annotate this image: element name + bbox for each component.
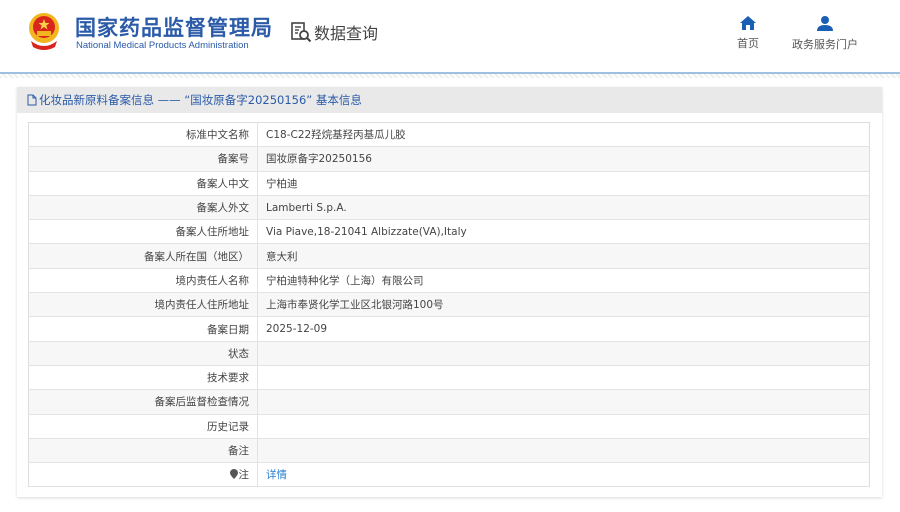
logo-title-en: National Medical Products Administration xyxy=(76,40,249,51)
home-icon xyxy=(740,16,756,30)
nav-portal-label: 政务服务门户 xyxy=(792,38,858,51)
row-value: 意大利 xyxy=(257,243,870,269)
table-row: 备注 xyxy=(28,438,870,464)
row-value xyxy=(257,341,870,366)
table-row-note: 注 详情 xyxy=(28,462,870,488)
row-label: 标准中文名称 xyxy=(28,122,258,148)
row-label: 备注 xyxy=(28,438,258,464)
row-label: 备案人中文 xyxy=(28,171,258,196)
document-search-icon xyxy=(291,22,312,43)
table-row: 备案号 国妆原备字20250156 xyxy=(28,146,870,172)
row-value xyxy=(257,438,870,464)
table-row: 技术要求 xyxy=(28,365,870,391)
panel-title: 化妆品新原料备案信息 —— “国妆原备字20250156” 基本信息 xyxy=(17,87,882,113)
user-icon xyxy=(817,16,833,31)
row-value: Via Piave,18-21041 Albizzate(VA),Italy xyxy=(257,219,870,245)
site-header: 国家药品监督管理局 National Medical Products Admi… xyxy=(0,0,900,72)
row-label: 备案人所在国（地区） xyxy=(28,243,258,269)
row-value: 上海市奉贤化学工业区北银河路100号 xyxy=(257,292,870,318)
document-icon xyxy=(27,94,37,106)
row-value: 2025-12-09 xyxy=(257,316,870,342)
nav-home[interactable]: 首页 xyxy=(737,16,759,51)
row-value: 宁柏迪特种化学（上海）有限公司 xyxy=(257,268,870,294)
table-row: 备案人所在国（地区） 意大利 xyxy=(28,243,870,269)
detail-panel: 化妆品新原料备案信息 —— “国妆原备字20250156” 基本信息 标准中文名… xyxy=(17,87,882,497)
note-label: 注 xyxy=(238,469,250,482)
row-label: 备案后监督检查情况 xyxy=(28,389,258,415)
row-label: 备案人住所地址 xyxy=(28,219,258,245)
row-label: 备案人外文 xyxy=(28,195,258,221)
nav-government-portal[interactable]: 政务服务门户 xyxy=(792,16,858,52)
header-stripe xyxy=(0,74,900,78)
data-query-label: 数据查询 xyxy=(290,20,378,44)
row-label: 历史记录 xyxy=(28,414,258,439)
panel-title-text: 化妆品新原料备案信息 —— “国妆原备字20250156” 基本信息 xyxy=(39,93,362,107)
row-value: 宁柏迪 xyxy=(257,171,870,196)
detail-table: 标准中文名称 C18-C22羟烷基羟丙基瓜儿胶 备案号 国妆原备字20250156 备案… xyxy=(28,122,870,488)
table-row: 备案人住所地址 Via Piave,18-21041 Albizzate(VA),… xyxy=(28,219,870,245)
row-label: 境内责任人名称 xyxy=(28,268,258,294)
row-value: C18-C22羟烷基羟丙基瓜儿胶 xyxy=(257,122,870,148)
national-emblem-icon xyxy=(29,13,59,50)
row-label: 境内责任人住所地址 xyxy=(28,292,258,318)
table-row: 备案人中文 宁柏迪 xyxy=(28,171,870,196)
row-value xyxy=(257,365,870,391)
table-row: 备案后监督检查情况 xyxy=(28,389,870,415)
row-value: Lamberti S.p.A. xyxy=(257,195,870,221)
logo-title-cn[interactable]: 国家药品监督管理局 xyxy=(75,12,273,42)
row-value: 国妆原备字20250156 xyxy=(257,146,870,172)
table-row: 标准中文名称 C18-C22羟烷基羟丙基瓜儿胶 xyxy=(28,122,870,148)
data-query-text: 数据查询 xyxy=(314,24,379,43)
table-row: 状态 xyxy=(28,341,870,366)
row-label: 注 xyxy=(28,462,258,488)
nav-home-label: 首页 xyxy=(737,37,759,50)
row-label: 备案号 xyxy=(28,146,258,172)
details-link[interactable]: 详情 xyxy=(266,469,287,481)
row-label: 状态 xyxy=(28,341,258,366)
row-label: 备案日期 xyxy=(28,316,258,342)
table-row: 境内责任人住所地址 上海市奉贤化学工业区北银河路100号 xyxy=(28,292,870,318)
table-row: 备案日期 2025-12-09 xyxy=(28,316,870,342)
table-row: 备案人外文 Lamberti S.p.A. xyxy=(28,195,870,221)
row-value xyxy=(257,414,870,439)
table-row: 境内责任人名称 宁柏迪特种化学（上海）有限公司 xyxy=(28,268,870,294)
row-value xyxy=(257,389,870,415)
row-label: 技术要求 xyxy=(28,365,258,391)
pin-icon xyxy=(229,469,238,480)
table-row: 历史记录 xyxy=(28,414,870,439)
